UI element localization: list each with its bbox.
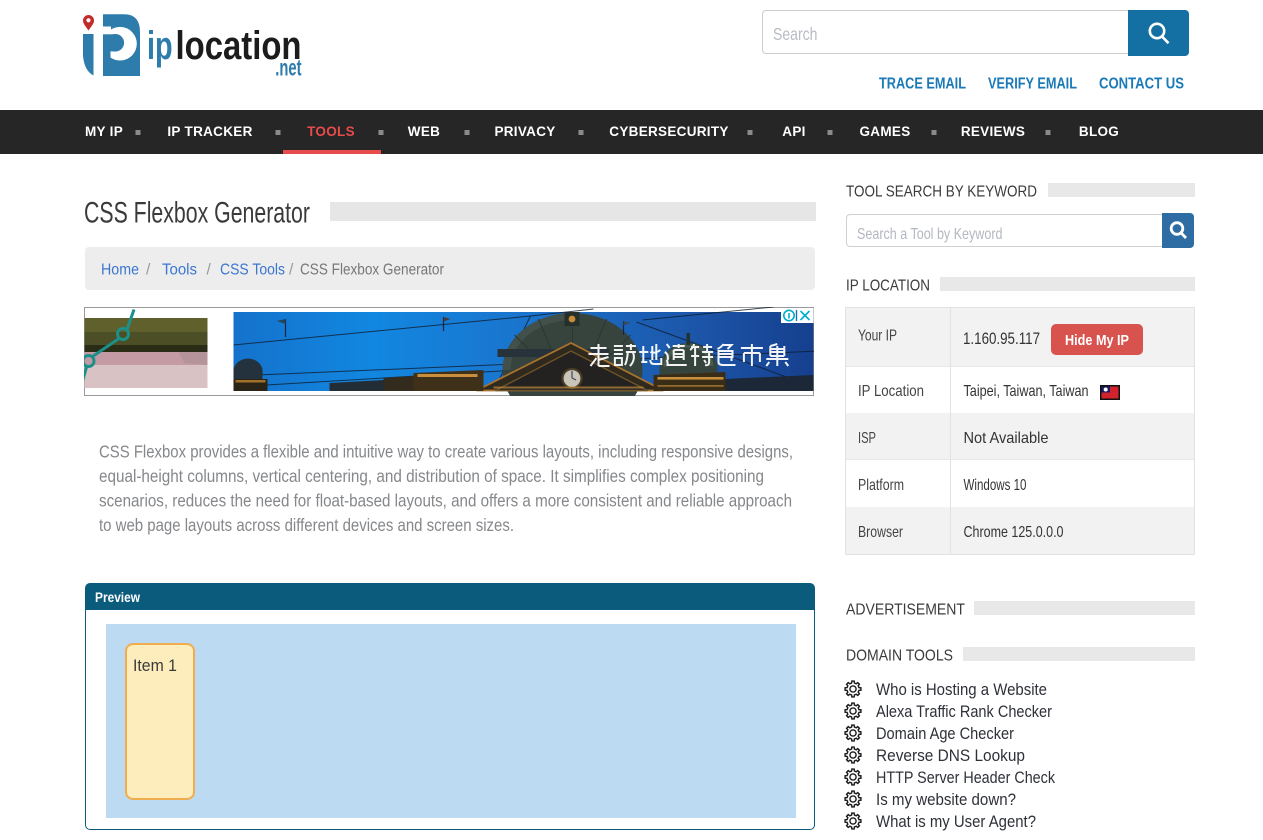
svg-text:equal-height columns, vertical: equal-height columns, vertical centering… xyxy=(99,466,764,486)
svg-text:CSS Flexbox Generator: CSS Flexbox Generator xyxy=(84,197,310,230)
svg-text:What is my User Agent?: What is my User Agent? xyxy=(876,812,1036,831)
svg-text:Alexa Traffic Rank Checker: Alexa Traffic Rank Checker xyxy=(876,702,1052,721)
svg-text:ADVERTISEMENT: ADVERTISEMENT xyxy=(846,602,965,619)
svg-text:scenarios, reduces the need fo: scenarios, reduces the need for float-ba… xyxy=(99,491,792,511)
svg-text:IP LOCATION: IP LOCATION xyxy=(846,278,930,295)
svg-text:Domain Age Checker: Domain Age Checker xyxy=(876,724,1014,743)
svg-text:.net: .net xyxy=(275,54,301,80)
svg-text:HTTP Server Header Check: HTTP Server Header Check xyxy=(876,768,1055,787)
svg-text:CONTACT US: CONTACT US xyxy=(1099,76,1184,93)
svg-text:ip: ip xyxy=(147,24,173,68)
svg-text:Who is Hosting a Website: Who is Hosting a Website xyxy=(876,680,1047,699)
svg-text:Reverse DNS Lookup: Reverse DNS Lookup xyxy=(876,746,1025,765)
svg-text:CSS Flexbox provides a flexibl: CSS Flexbox provides a flexible and intu… xyxy=(99,441,793,461)
svg-text:TOOL SEARCH BY KEYWORD: TOOL SEARCH BY KEYWORD xyxy=(846,184,1037,201)
svg-text:VERIFY EMAIL: VERIFY EMAIL xyxy=(988,76,1077,93)
svg-text:to web page layouts across dif: to web page layouts across different dev… xyxy=(99,515,514,535)
svg-text:TRACE EMAIL: TRACE EMAIL xyxy=(879,76,966,93)
svg-text:DOMAIN TOOLS: DOMAIN TOOLS xyxy=(846,648,953,665)
svg-text:Is my website down?: Is my website down? xyxy=(876,790,1016,809)
